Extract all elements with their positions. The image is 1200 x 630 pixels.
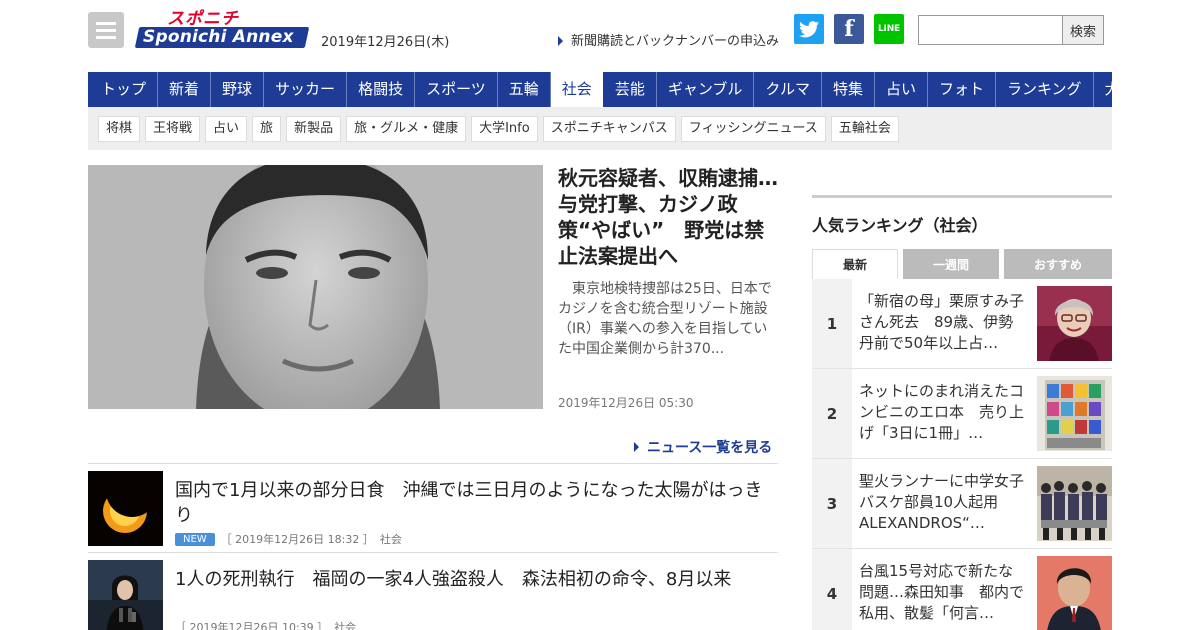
nav-item[interactable]: 新着 (158, 72, 212, 107)
elderly-woman-portrait-image (1037, 286, 1112, 361)
ranking-title[interactable]: 聖火ランナーに中学女子バスケ部員10人起用 ALEXANDROS“… (859, 471, 1027, 534)
hero-headline[interactable]: 秋元容疑者、収賄逮捕…与党打撃、カジノ政策“やばい” 野党は禁止法案提出へ (558, 165, 783, 269)
hero-portrait-image (88, 165, 543, 409)
nav-item[interactable]: 大阪 (1094, 72, 1146, 107)
news-title[interactable]: 国内で1月以来の部分日食 沖縄では三日月のようになった太陽がはっきり (175, 478, 773, 528)
ranking-number: 2 (812, 369, 852, 458)
facebook-icon: f (844, 16, 854, 42)
search-button[interactable]: 検索 (1062, 15, 1104, 45)
news-meta: NEW ［ 2019年12月26日 18:32 ］ 社会 (175, 531, 402, 547)
nav-item[interactable]: トップ (90, 72, 159, 107)
subnav-item[interactable]: 新製品 (286, 116, 342, 142)
hero-photo[interactable] (88, 165, 543, 409)
logo-top-text: スポニチ (167, 9, 239, 29)
nav-item[interactable]: 社会 (550, 72, 604, 112)
news-title[interactable]: 1人の死刑執行 福岡の一家4人強盗殺人 森法相初の命令、8月以来 (175, 567, 775, 592)
nav-item[interactable]: 五輪 (498, 72, 551, 107)
group-photo-image (1037, 466, 1112, 541)
ranking-item[interactable]: 4 台風15号対応で新たな問題…森田知事 都内で私用、散髪「何言… (812, 549, 1112, 630)
news-list-link-label: ニュース一覧を見る (647, 440, 773, 456)
subnav-item[interactable]: 旅 (252, 116, 282, 142)
tab-weekly[interactable]: 一週間 (903, 249, 999, 279)
news-list-link[interactable]: ニュース一覧を見る (634, 437, 772, 457)
subscribe-link[interactable]: 新聞購読とバックナンバーの申込み (558, 30, 779, 49)
news-timestamp: ［ 2019年12月26日 10:39 ］ (175, 621, 329, 630)
search-input[interactable] (918, 15, 1063, 45)
page: スポニチ Sponichi Annex 2019年12月26日(木) 新聞購読と… (0, 0, 1200, 630)
subnav-item[interactable]: 五輪社会 (830, 116, 899, 142)
ranking-item[interactable]: 3 聖火ランナーに中学女子バスケ部員10人起用 ALEXANDROS“… (812, 459, 1112, 549)
nav-item[interactable]: スポーツ (415, 72, 498, 107)
site-logo[interactable]: スポニチ Sponichi Annex (134, 9, 310, 50)
arrow-right-icon (634, 442, 639, 452)
ranking-thumbnail[interactable] (1037, 466, 1112, 541)
divider (88, 552, 778, 553)
tab-latest[interactable]: 最新 (812, 249, 898, 279)
ranking-item[interactable]: 2 ネットにのまれ消えたコンビニのエロ本 売り上げ「3日に1冊」… (812, 369, 1112, 459)
news-category[interactable]: 社会 (380, 531, 402, 547)
header-date: 2019年12月26日(木) (321, 35, 450, 50)
arrow-right-icon (558, 36, 563, 46)
subnav-item[interactable]: 将棋 (98, 116, 141, 142)
news-category[interactable]: 社会 (334, 619, 356, 630)
nav-item[interactable]: 野球 (211, 72, 265, 107)
hero-summary: 東京地検特捜部は25日、日本でカジノを含む統合型リゾート施設（IR）事業への参入… (558, 281, 772, 357)
solar-eclipse-image (88, 471, 163, 546)
ranking-heading: 人気ランキング（社会） (812, 216, 988, 235)
subnav-item[interactable]: フィッシングニュース (680, 116, 826, 142)
subscribe-label: 新聞購読とバックナンバーの申込み (571, 34, 780, 49)
ranking-number: 3 (812, 459, 852, 548)
ranking-thumbnail[interactable] (1037, 376, 1112, 451)
ranking-thumbnail[interactable] (1037, 556, 1112, 630)
news-thumbnail[interactable] (88, 471, 163, 546)
nav-item[interactable]: 格闘技 (347, 72, 416, 107)
nav-item[interactable]: フォト (928, 72, 996, 107)
ranking-item[interactable]: 1 「新宿の母」栗原すみ子さん死去 89歳、伊勢丹前で50年以上占… (812, 279, 1112, 369)
news-thumbnail[interactable] (88, 560, 163, 630)
twitter-bird-icon (799, 20, 819, 37)
subnav-item[interactable]: 王将戦 (145, 116, 201, 142)
line-share-button[interactable]: LINE (874, 14, 904, 44)
nav-item[interactable]: クルマ (754, 72, 822, 107)
news-timestamp: ［ 2019年12月26日 18:32 ］ (220, 533, 374, 546)
ranking-title[interactable]: 「新宿の母」栗原すみ子さん死去 89歳、伊勢丹前で50年以上占… (859, 291, 1027, 354)
logo-bottom-text: Sponichi Annex (143, 27, 294, 47)
nav-item[interactable]: ランキング (996, 72, 1094, 107)
facebook-share-button[interactable]: f (834, 14, 864, 44)
ranking-thumbnail[interactable] (1037, 286, 1112, 361)
nav-item[interactable]: サッカー (264, 72, 348, 107)
ranking-number: 1 (812, 279, 852, 368)
ranking-title[interactable]: ネットにのまれ消えたコンビニのエロ本 売り上げ「3日に1冊」… (859, 381, 1027, 444)
tab-recommended[interactable]: おすすめ (1004, 249, 1112, 279)
new-badge: NEW (175, 532, 215, 546)
nav-item[interactable]: 芸能 (604, 72, 657, 107)
ranking-title[interactable]: 台風15号対応で新たな問題…森田知事 都内で私用、散髪「何言… (859, 561, 1027, 624)
hero-timestamp: 2019年12月26日 05:30 (558, 396, 694, 410)
divider (88, 463, 778, 464)
news-meta: ［ 2019年12月26日 10:39 ］ 社会 (175, 619, 356, 630)
nav-item[interactable]: 特集 (822, 72, 875, 107)
press-conference-image (88, 560, 163, 630)
subnav-item[interactable]: 占い (205, 116, 248, 142)
ranking-number: 4 (812, 549, 852, 630)
global-nav: トップ 新着 野球 サッカー 格闘技 スポーツ 五輪 社会 芸能 ギャンブル クルマ 特集 占い フォトラ… (88, 72, 1135, 112)
nav-item[interactable]: 占い (875, 72, 928, 107)
convenience-store-shelf-image (1037, 376, 1112, 451)
subnav-item[interactable]: スポニチキャンパス (542, 116, 676, 142)
subnav-item[interactable]: 旅・グルメ・健康 (346, 116, 467, 142)
hamburger-menu-button[interactable] (88, 12, 124, 48)
sub-nav: 将棋 王将戦 占い旅新製品 旅・グルメ・健康 大学Info スポニチキャンパス フィッシング… (88, 107, 1112, 150)
governor-portrait-image (1037, 556, 1112, 630)
subnav-item[interactable]: 大学Info (471, 116, 538, 142)
line-icon: LINE (878, 24, 900, 34)
ranking-top-rule (812, 195, 1112, 198)
nav-item[interactable]: ギャンブル (657, 72, 755, 107)
twitter-share-button[interactable] (794, 14, 824, 44)
